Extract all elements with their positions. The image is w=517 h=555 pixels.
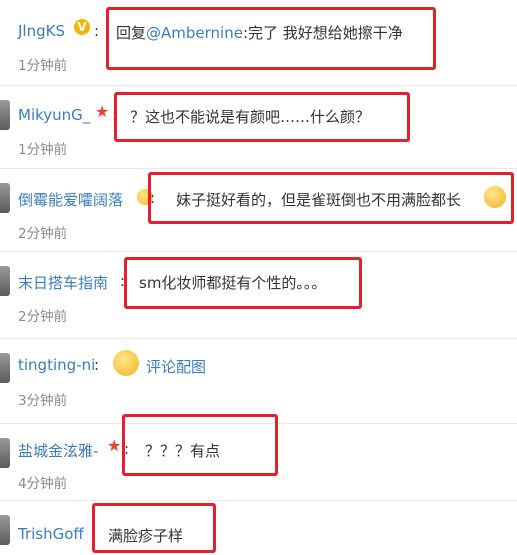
- comment-time: 4分钟前: [18, 476, 68, 492]
- comment-username[interactable]: 盐城金泫雅-: [18, 440, 98, 461]
- comment-username[interactable]: tingting-ni: [18, 356, 95, 374]
- comment-item: tingting-ni : 评论配图 3分钟前: [0, 339, 517, 423]
- v-badge-icon: V: [74, 19, 90, 35]
- avatar[interactable]: [0, 515, 10, 545]
- highlight-box: [122, 414, 278, 476]
- comment-username[interactable]: 倒霉能爱嚯阔落: [18, 189, 123, 210]
- comment-username[interactable]: TrishGoff: [18, 525, 84, 543]
- highlight-box: [148, 172, 514, 224]
- star-icon: ★: [107, 436, 122, 455]
- blushing-emoji-icon[interactable]: [113, 350, 139, 376]
- comment-username[interactable]: JlngKS: [18, 22, 65, 40]
- comment-time: 3分钟前: [18, 393, 68, 409]
- comment-username[interactable]: 末日搭车指南: [18, 272, 108, 293]
- avatar[interactable]: [0, 100, 10, 130]
- avatar[interactable]: [0, 183, 10, 213]
- comment-item: TrishGoff 满脸疹子样: [0, 501, 517, 555]
- avatar[interactable]: [0, 353, 10, 383]
- comment-time: 1分钟前: [18, 142, 68, 158]
- star-icon: ★: [95, 102, 110, 121]
- comment-username[interactable]: MikyunG_: [18, 106, 90, 124]
- comment-colon: :: [94, 356, 100, 374]
- comment-time: 1分钟前: [18, 58, 68, 74]
- comment-colon: :: [94, 22, 100, 40]
- comment-time: 2分钟前: [18, 309, 68, 325]
- avatar[interactable]: [0, 438, 10, 468]
- image-link[interactable]: 评论配图: [146, 356, 206, 377]
- highlight-box: [114, 92, 410, 142]
- comment-time: 2分钟前: [18, 226, 68, 242]
- highlight-box: [92, 503, 216, 553]
- highlight-box: [124, 257, 362, 309]
- highlight-box: [106, 7, 436, 70]
- avatar[interactable]: [0, 266, 10, 296]
